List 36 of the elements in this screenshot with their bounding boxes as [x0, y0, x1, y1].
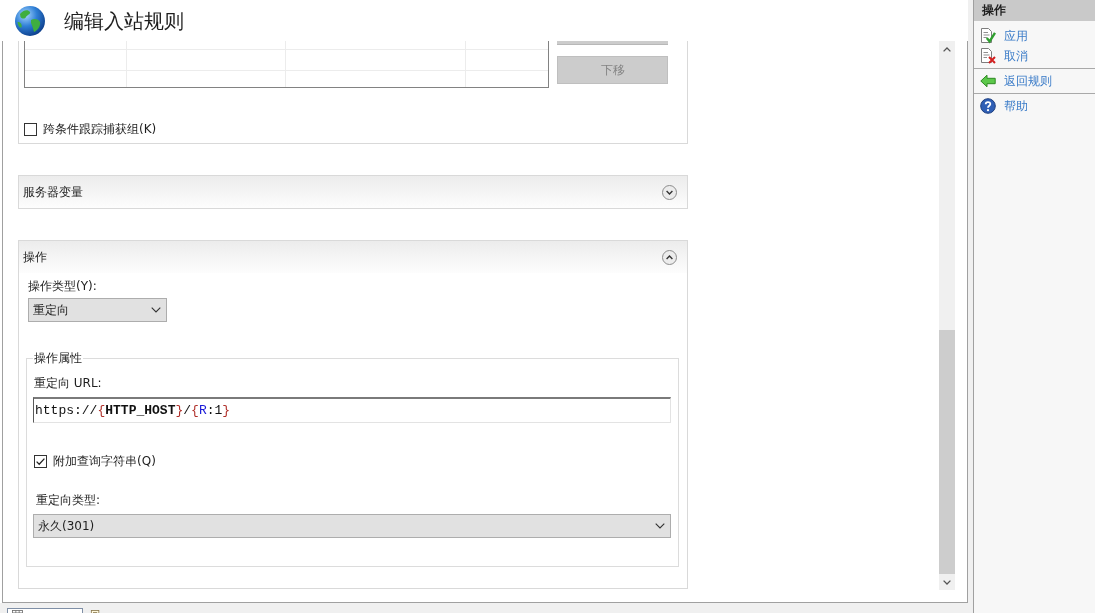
field-label: 操作类型(Y): [28, 278, 97, 294]
dropdown[interactable]: 重定向 [28, 298, 167, 322]
field-label: 重定向 URL: [33, 375, 102, 391]
action-link[interactable]: 返回规则 [974, 71, 1095, 91]
list-view[interactable] [24, 41, 549, 88]
globe-icon [14, 4, 46, 37]
url-input[interactable]: https://{HTTP_HOST}/{R:1} [33, 397, 671, 423]
window-title: 编辑入站规则 [64, 7, 184, 34]
left-arrow-icon [980, 73, 996, 89]
checkbox-label: 跨条件跟踪捕获组(K) [43, 121, 157, 137]
scroll-up-icon[interactable] [943, 47, 951, 52]
section-title: 操作 [23, 248, 47, 266]
checkbox[interactable] [34, 454, 47, 468]
pane-header: 操作 [974, 0, 1095, 21]
view-tab[interactable] [7, 608, 83, 613]
document-check-icon [980, 28, 996, 44]
checkbox-label: 附加查询字符串(Q) [53, 453, 156, 469]
section-header[interactable]: 操作 [19, 241, 687, 273]
section-title: 服务器变量 [23, 183, 83, 201]
help-icon [980, 98, 996, 114]
caret-icon [151, 307, 161, 313]
action-link[interactable]: 帮助 [974, 96, 1095, 116]
document-x-icon [980, 48, 996, 64]
caret-icon [655, 523, 665, 529]
checkbox[interactable] [24, 122, 37, 136]
chevron-down-icon[interactable] [662, 184, 677, 200]
group-title: 操作属性 [33, 350, 83, 366]
scroll-down-icon[interactable] [943, 579, 951, 585]
scrollbar[interactable] [939, 41, 955, 590]
chevron-up-icon[interactable] [662, 249, 677, 265]
action-link[interactable]: 应用 [974, 26, 1095, 46]
field-label: 重定向类型: [35, 492, 101, 508]
scrollbar-thumb[interactable] [939, 330, 955, 574]
action-link[interactable]: 取消 [974, 46, 1095, 66]
dropdown[interactable]: 永久(301) [33, 514, 671, 538]
section-header[interactable]: 服务器变量 [19, 176, 687, 208]
